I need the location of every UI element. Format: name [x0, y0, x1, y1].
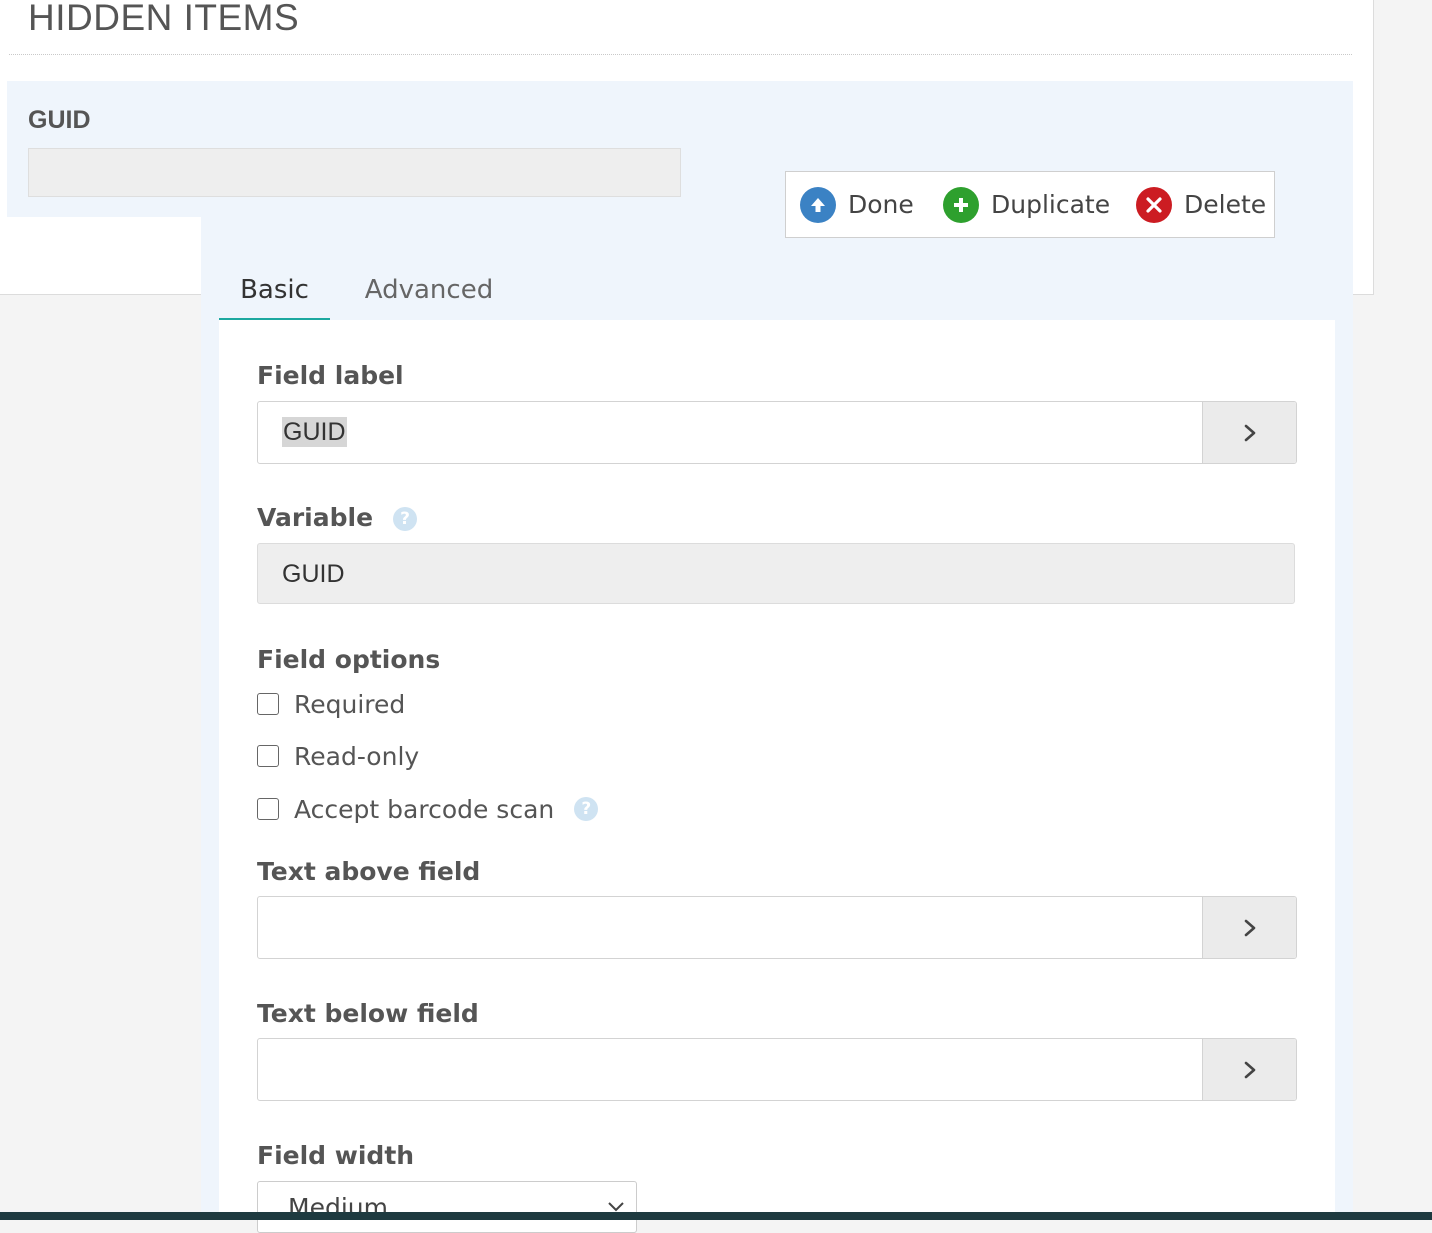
text-below-label: Text below field — [257, 999, 479, 1028]
done-button[interactable]: Done — [800, 172, 914, 237]
option-read-only: Read-only — [257, 740, 419, 772]
text-above-label: Text above field — [257, 857, 481, 886]
required-checkbox[interactable] — [257, 693, 279, 715]
variable-label: Variable — [257, 503, 374, 532]
editor-tabs: Basic Advanced — [219, 262, 1335, 322]
arrow-up-circle-icon — [800, 186, 836, 223]
text-above-row — [257, 896, 1297, 959]
variable-field: GUID — [257, 543, 1295, 604]
field-preview — [28, 148, 681, 197]
title-divider — [9, 54, 1352, 55]
duplicate-label: Duplicate — [991, 190, 1111, 219]
variable-label-row: Variable? — [257, 503, 418, 533]
required-label: Required — [294, 689, 406, 719]
delete-button[interactable]: Delete — [1136, 172, 1266, 237]
field-toolbar: Done Duplicate Delete — [785, 171, 1275, 238]
tab-advanced[interactable]: Advanced — [349, 262, 509, 318]
plus-circle-icon — [943, 186, 979, 223]
field-label-row: GUID — [257, 401, 1297, 464]
delete-label: Delete — [1184, 190, 1267, 219]
field-label-value: GUID — [282, 417, 347, 447]
field-label-expand-button[interactable] — [1202, 402, 1296, 463]
question-circle-icon[interactable]: ? — [393, 507, 418, 531]
field-label-label: Field label — [257, 361, 404, 390]
bottom-bar — [0, 1212, 1432, 1220]
field-width-label: Field width — [257, 1141, 415, 1170]
read-only-checkbox[interactable] — [257, 745, 279, 767]
text-below-input[interactable] — [258, 1039, 1203, 1100]
section-title: HIDDEN ITEMS — [28, 0, 300, 38]
barcode-scan-label: Accept barcode scan — [294, 794, 555, 824]
barcode-scan-checkbox[interactable] — [257, 798, 279, 820]
x-circle-icon — [1136, 186, 1172, 223]
text-above-input[interactable] — [258, 897, 1203, 958]
chevron-right-icon — [1244, 424, 1255, 441]
field-options-label: Field options — [257, 645, 441, 674]
field-label-input[interactable] — [258, 402, 1203, 463]
chevron-right-icon — [1244, 919, 1255, 936]
done-label: Done — [848, 190, 914, 219]
text-below-expand-button[interactable] — [1202, 1039, 1296, 1100]
read-only-label: Read-only — [294, 741, 420, 771]
text-below-row — [257, 1038, 1297, 1101]
basic-settings-card: Field label GUID Variable? GUID Field op… — [219, 320, 1335, 1233]
option-required: Required — [257, 688, 405, 720]
tab-basic[interactable]: Basic — [219, 262, 330, 322]
chevron-right-icon — [1244, 1061, 1255, 1078]
field-name-heading: GUID — [28, 106, 91, 134]
text-above-expand-button[interactable] — [1202, 897, 1296, 958]
duplicate-button[interactable]: Duplicate — [943, 172, 1110, 237]
option-barcode-scan: Accept barcode scan ? — [257, 793, 599, 825]
question-circle-icon[interactable]: ? — [574, 797, 599, 821]
field-width-select[interactable]: Medium — [257, 1181, 637, 1233]
